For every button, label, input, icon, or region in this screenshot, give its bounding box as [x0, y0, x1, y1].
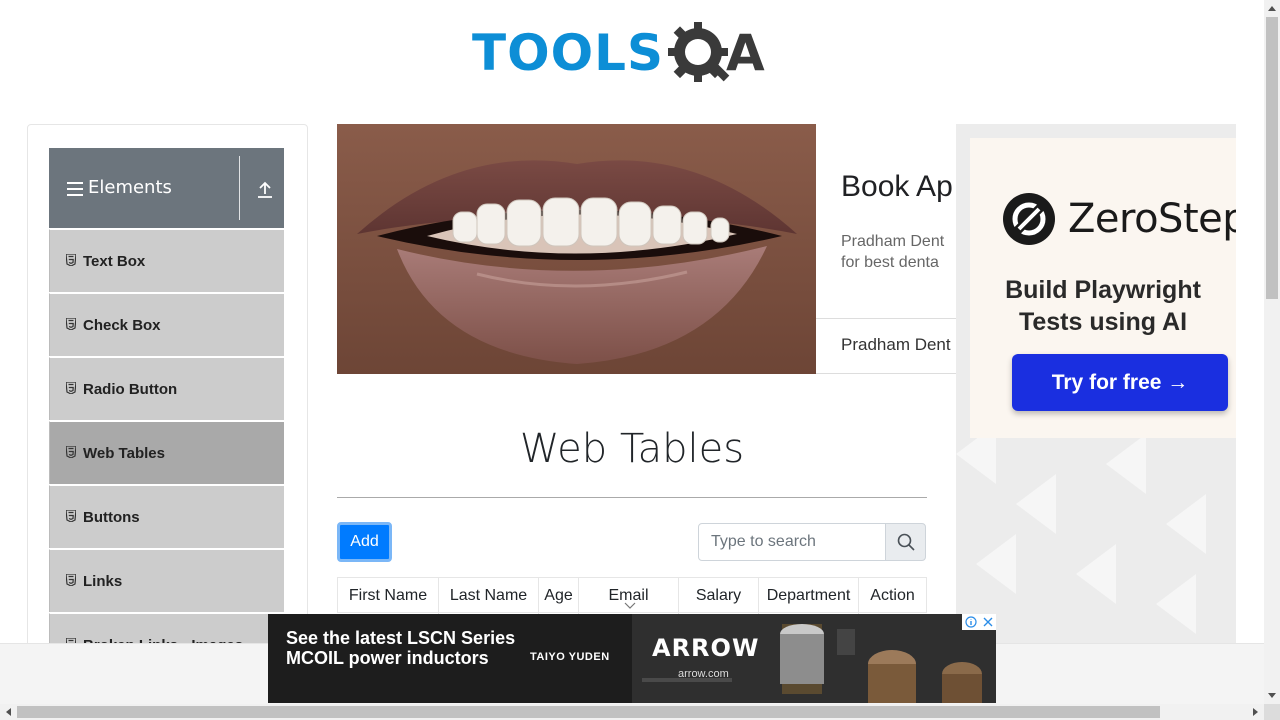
sidebar-item-label: Check Box	[83, 317, 161, 334]
scroll-left-arrow-icon[interactable]	[0, 704, 16, 720]
logo-suffix: A	[726, 24, 765, 82]
sidebar-item-buttons[interactable]: Buttons	[49, 485, 284, 548]
collapse-upload-icon	[258, 181, 272, 198]
sidebar-item-web-tables[interactable]: Web Tables	[49, 421, 284, 484]
ad-info-icon[interactable]	[962, 614, 979, 630]
zerostep-logo-icon	[1003, 193, 1055, 245]
column-header-department[interactable]: Department	[759, 578, 859, 614]
banner-ad-panel[interactable]: Book Ap Pradham Dent for best denta Prad…	[816, 124, 956, 374]
page: TOOLS A Elements Text Box Check Box Radi…	[0, 0, 1280, 720]
elements-group-header[interactable]: Elements	[49, 148, 284, 228]
right-side-ad[interactable]: ZeroStep Build Playwright Tests using AI…	[956, 124, 1236, 644]
column-header-action[interactable]: Action	[859, 578, 926, 614]
arrow-logo: ARROW	[652, 634, 760, 662]
sidebar-item-label: Buttons	[83, 509, 140, 526]
html5-icon	[66, 510, 76, 522]
sort-chevron-icon	[624, 602, 636, 609]
dental-banner-image[interactable]	[337, 124, 816, 374]
html5-icon	[66, 574, 76, 586]
zerostep-brand: ZeroStep	[1002, 192, 1236, 246]
zerostep-brand-name: ZeroStep	[1068, 196, 1236, 242]
search-button[interactable]	[885, 523, 926, 561]
sidebar-item-label: Radio Button	[83, 381, 178, 398]
banner-ad-desc-line: Pradham Dent	[841, 233, 945, 250]
logo-text: TOOLS	[472, 24, 664, 82]
add-button[interactable]: Add	[337, 522, 392, 562]
html5-icon	[66, 254, 76, 266]
bottom-banner-ad[interactable]: See the latest LSCN Series MCOIL power i…	[268, 614, 996, 703]
sidebar-item-links[interactable]: Links	[49, 549, 284, 612]
scroll-down-arrow-icon[interactable]	[1264, 688, 1280, 704]
html5-icon	[66, 318, 76, 330]
try-for-free-button[interactable]: Try for free →	[1012, 354, 1228, 411]
horizontal-scroll-thumb[interactable]	[17, 706, 1160, 718]
banner-ad-desc-line: for best denta	[841, 254, 939, 271]
ad-close-icon[interactable]	[979, 614, 996, 630]
arrow-url: arrow.com	[678, 668, 729, 680]
sidebar-item-label: Text Box	[83, 253, 146, 270]
column-header-last-name[interactable]: Last Name	[439, 578, 539, 614]
vertical-scroll-thumb[interactable]	[1266, 17, 1278, 299]
hamburger-icon	[67, 182, 83, 196]
column-header-first-name[interactable]: First Name	[338, 578, 439, 614]
scroll-up-arrow-icon[interactable]	[1264, 0, 1280, 16]
column-header-salary[interactable]: Salary	[679, 578, 759, 614]
sidebar-item-label: Web Tables	[83, 445, 165, 462]
scroll-right-arrow-icon[interactable]	[1248, 704, 1264, 720]
table-header-row: First Name Last Name Age Email Salary De…	[337, 577, 927, 614]
page-title: Web Tables	[519, 426, 745, 472]
group-title: Elements	[88, 177, 172, 198]
banner-ad-advertiser: Pradham Dent	[841, 335, 951, 354]
ad-tagline: Build Playwright Tests using AI	[1005, 276, 1201, 336]
sidebar-item-radio-button[interactable]: Radio Button	[49, 357, 284, 420]
banner-ad-description: Pradham Dent for best denta	[841, 231, 956, 273]
sidebar-item-check-box[interactable]: Check Box	[49, 293, 284, 356]
search-icon	[897, 533, 915, 551]
sidebar-item-text-box[interactable]: Text Box	[49, 229, 284, 292]
header-divider	[239, 156, 240, 220]
html5-icon	[66, 446, 76, 458]
banner-ad-title: Book Ap	[841, 170, 953, 203]
bottom-ad-headline: See the latest LSCN Series MCOIL power i…	[286, 628, 516, 668]
title-divider	[337, 497, 927, 498]
smile-photo	[337, 124, 816, 374]
html5-icon	[66, 382, 76, 394]
toolsqa-logo[interactable]: TOOLS A	[472, 14, 796, 92]
column-header-email[interactable]: Email	[579, 578, 679, 614]
scrollbar-corner	[1264, 704, 1280, 720]
banner-ad-divider	[816, 318, 956, 319]
zerostep-ad-card: ZeroStep Build Playwright Tests using AI…	[970, 138, 1236, 438]
sidebar-item-label: Links	[83, 573, 123, 590]
gear-magnifier-icon	[668, 22, 730, 82]
search-input[interactable]	[698, 523, 886, 561]
bottom-ad-sponsor: TAIYO YUDEN	[530, 651, 610, 663]
column-header-age[interactable]: Age	[539, 578, 579, 614]
